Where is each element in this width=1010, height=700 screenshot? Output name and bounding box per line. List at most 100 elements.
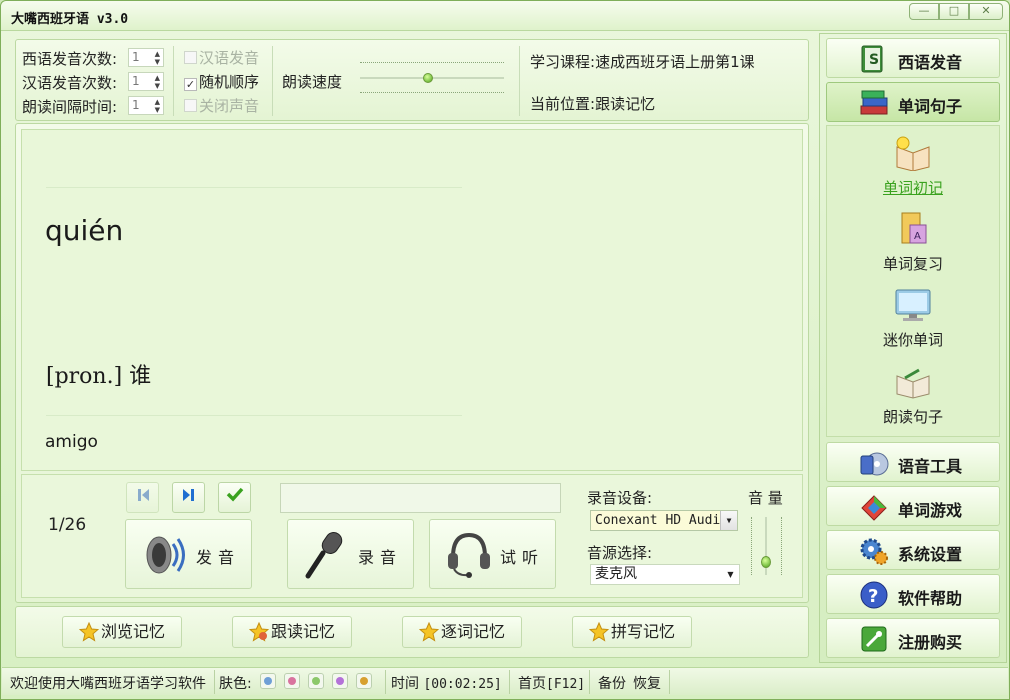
checkbox-label: 随机顺序 [199,73,260,91]
controls-area: 1/26 发音 录音 试听 录音设备: Conexant HD Audi ▼ 音… [21,474,803,598]
record-button[interactable]: 录音 [287,519,414,589]
slider-ticks-bottom [360,92,504,93]
divider [519,46,520,116]
slider-ticks-right [781,517,782,575]
color-swatch [264,677,272,685]
interval-value: 1 [132,98,140,112]
speed-slider[interactable] [360,58,504,98]
previous-icon [137,489,149,501]
confirm-button[interactable] [218,482,251,513]
word-display: quién [pron.] 谁 amigo [21,129,803,471]
skin-color-purple[interactable] [332,673,348,689]
minimize-button[interactable]: — [909,3,939,20]
sidebar-item-word-games[interactable]: 单词游戏 [826,486,1000,526]
word-definition: [pron.] 谁 [46,364,152,389]
star-icon [589,622,609,642]
record-device-select[interactable]: Conexant HD Audi ▼ [590,510,738,531]
skin-color-green[interactable] [308,673,324,689]
mode-spell-button[interactable]: 拼写记忆 [572,616,692,648]
record-device-label: 录音设备: [587,489,653,507]
interval-label: 朗读间隔时间: [22,98,118,116]
skin-color-pink[interactable] [284,673,300,689]
source-label: 音源选择: [587,544,653,562]
mode-browse-button[interactable]: 浏览记忆 [62,616,182,648]
maximize-button[interactable]: □ [939,3,969,20]
divider [669,670,670,694]
interval-spinner[interactable]: 1 ▲ ▼ [128,96,164,115]
divider [589,670,590,694]
volume-slider[interactable] [748,515,784,579]
sidebar-item-label: 系统设置 [898,545,963,564]
chevron-down-icon: ▼ [720,511,737,530]
check-icon: ✓ [184,78,197,91]
skin-color-orange[interactable] [356,673,372,689]
spin-arrows-icon: ▲ ▼ [154,98,160,114]
divider [46,415,462,416]
sidebar-item-help[interactable]: ? 软件帮助 [826,574,1000,614]
es-count-spinner[interactable]: 1 ▲ ▼ [128,48,164,67]
sidebar-subitem-read-sentences[interactable]: 朗读句子 [829,364,997,427]
divider [385,670,386,694]
checkmark-icon [226,487,243,502]
previous-button[interactable] [126,482,159,513]
slider-ticks-top [360,62,504,63]
book-s-icon: S [861,45,883,73]
cn-count-spinner[interactable]: 1 ▲ ▼ [128,72,164,91]
sidebar-item-register[interactable]: 注册购买 [826,618,1000,658]
headset-icon [448,532,490,578]
record-label: 录音 [358,548,403,567]
sidebar-item-label: 语音工具 [898,457,963,476]
star-icon [79,622,99,642]
slider-thumb[interactable] [761,556,771,568]
course-label: 学习课程: [530,53,596,71]
time-value: [00:02:25] [423,677,502,692]
restore-link[interactable]: 恢复 [633,673,661,693]
home-link[interactable]: 首页[F12] [518,673,585,693]
checkbox-label: 关闭声音 [199,97,260,115]
backup-link[interactable]: 备份 [598,673,626,693]
checkbox-mute[interactable]: 关闭声音 [184,95,259,116]
sidebar-subitem-label: 单词初记 [882,179,943,197]
books-icon [860,90,888,115]
pronounce-button[interactable]: 发音 [125,519,252,589]
course-info: 学习课程:速成西班牙语上册第1课 [530,51,755,72]
course-value: 速成西班牙语上册第1课 [595,53,755,71]
source-select[interactable]: 麦克风 ▼ [590,564,740,585]
mode-follow-button[interactable]: 跟读记忆 [232,616,352,648]
speaker-icon [146,536,185,574]
sidebar-item-system-settings[interactable]: 系统设置 [826,530,1000,570]
spin-arrows-icon: ▲ ▼ [154,50,160,66]
checkbox-random-order[interactable]: ✓ 随机顺序 [184,71,259,92]
sidebar-item-words-sentences[interactable]: 单词句子 [826,82,1000,122]
register-icon [861,626,887,652]
cn-count-value: 1 [132,74,140,88]
sidebar-subitem-word-learn[interactable]: 单词初记 [829,135,997,198]
speed-label: 朗读速度 [282,73,343,91]
next-button[interactable] [172,482,205,513]
help-icon: ? [860,581,888,609]
close-button[interactable]: ✕ [969,3,1003,20]
divider [509,670,510,694]
record-device-value: Conexant HD Audi [595,513,721,528]
sidebar-subitem-mini-words[interactable]: 迷你单词 [829,287,997,350]
slider-thumb[interactable] [423,73,433,83]
sidebar-item-label: 西语发音 [898,53,963,72]
sidebar-item-spanish-pronunciation[interactable]: S 西语发音 [826,38,1000,78]
spin-arrows-icon: ▲ ▼ [154,74,160,90]
mode-word-button[interactable]: 逐词记忆 [402,616,522,648]
sidebar-subitem-word-review[interactable]: A 单词复习 [829,211,997,274]
mode-follow-label: 跟读记忆 [271,622,336,641]
volume-label: 音 量 [748,489,783,507]
skin-color-blue[interactable] [260,673,276,689]
listen-button[interactable]: 试听 [429,519,556,589]
star-person-icon [249,622,269,642]
divider [46,187,462,188]
es-count-value: 1 [132,50,140,64]
divider [272,46,273,116]
sidebar-item-label: 注册购买 [898,633,963,652]
sidebar-item-voice-tools[interactable]: 语音工具 [826,442,1000,482]
color-swatch [360,677,368,685]
checkbox-chinese-pronunciation[interactable]: 汉语发音 [184,47,259,68]
divider [173,46,174,116]
source-value: 麦克风 [595,566,637,582]
